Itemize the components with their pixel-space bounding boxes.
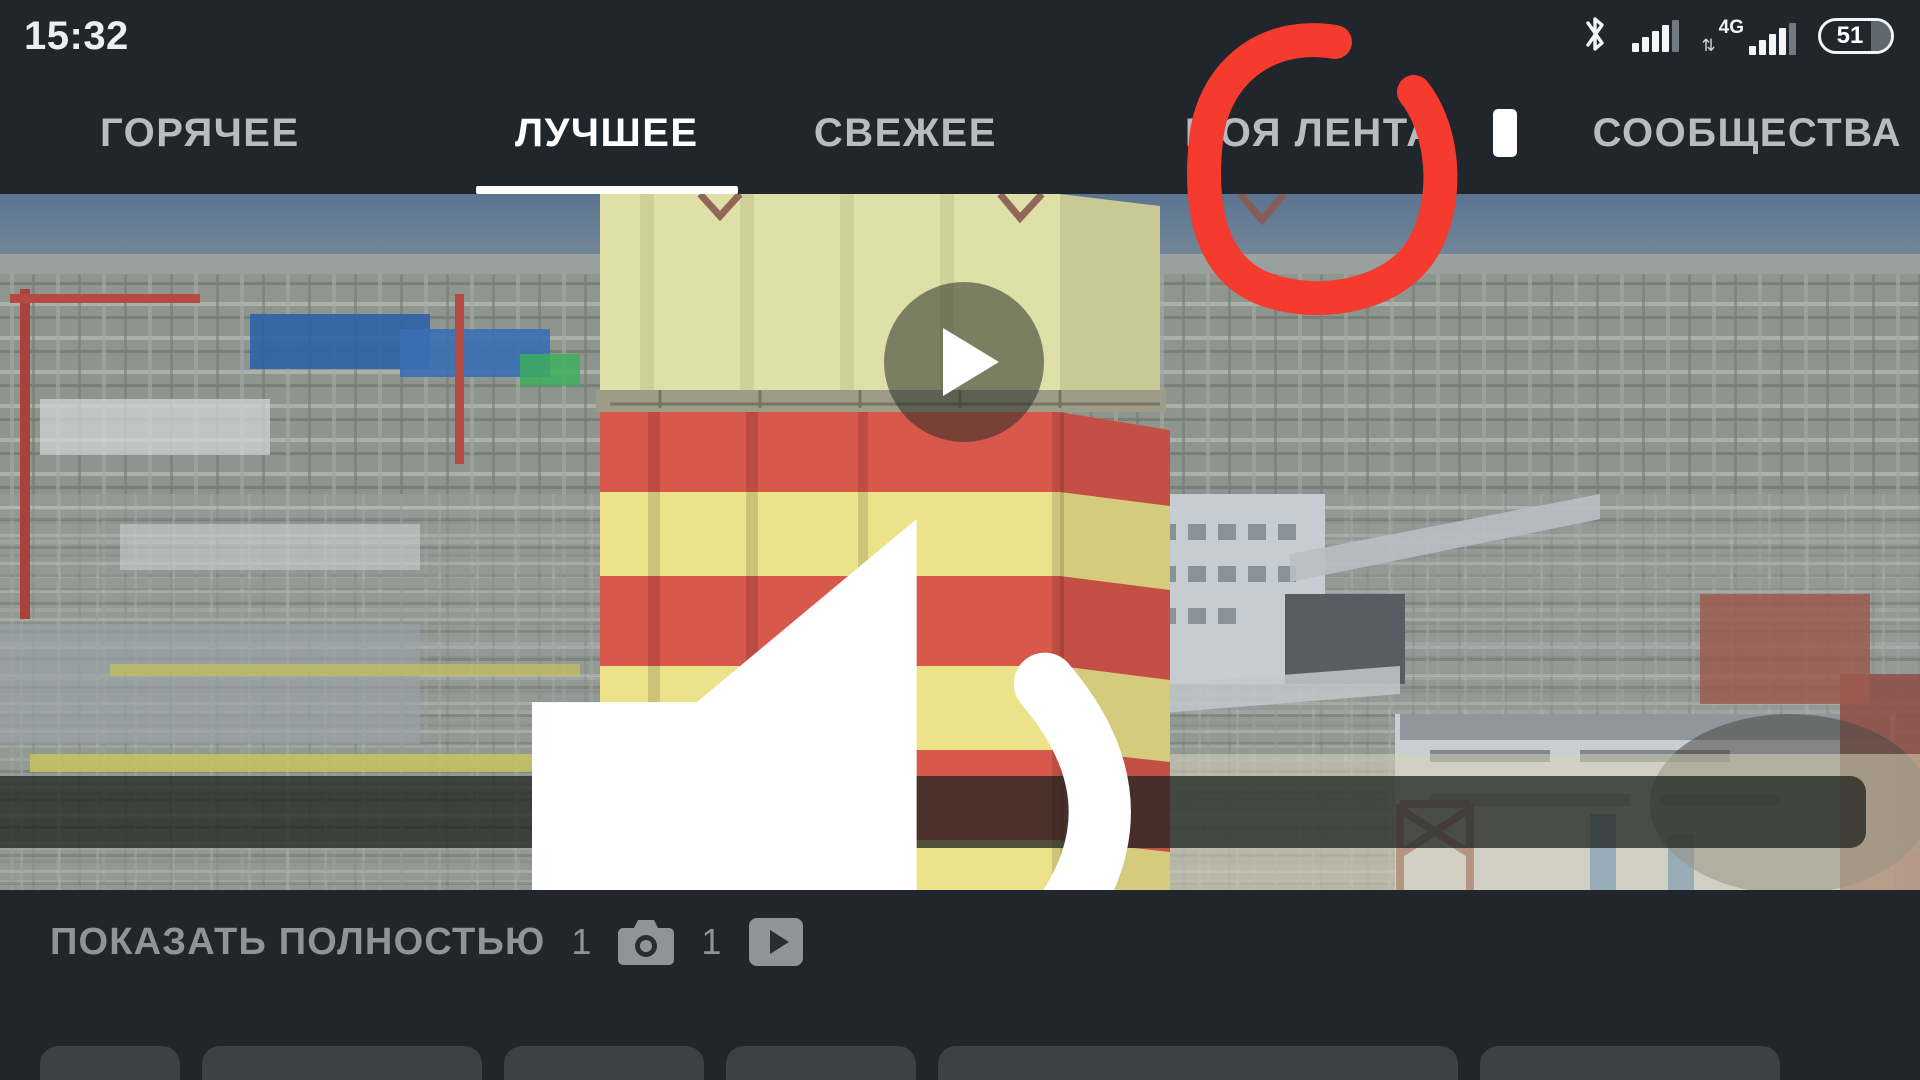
tab-soobshchestva[interactable]: СООБЩЕСТВА xyxy=(1575,72,1920,194)
expand-post-row[interactable]: ПОКАЗАТЬ ПОЛНОСТЬЮ 1 1 xyxy=(50,916,805,968)
tag-chip[interactable] xyxy=(938,1046,1458,1080)
play-icon xyxy=(943,328,999,396)
battery-percent-label: 51 xyxy=(1836,22,1864,49)
mobile-data-icon: ⇅ 4G xyxy=(1701,18,1796,55)
tab-luchshee-label: ЛУЧШЕЕ xyxy=(514,110,699,155)
play-button[interactable] xyxy=(884,282,1044,442)
camera-icon xyxy=(617,916,675,968)
tag-chip[interactable] xyxy=(202,1046,482,1080)
tag-chip-row xyxy=(0,1046,1920,1080)
status-clock: 15:32 xyxy=(24,13,129,58)
cellular-signal-icon xyxy=(1632,20,1680,52)
tag-chip[interactable] xyxy=(726,1046,916,1080)
active-tab-indicator xyxy=(475,186,738,194)
feed-tab-bar: ГОРЯЧЕЕ ЛУЧШЕЕ СВЕЖЕЕ МОЯ ЛЕНТА СООБЩЕСТ… xyxy=(0,72,1920,194)
video-attachment-count: 1 xyxy=(701,921,722,962)
data-transfer-arrows-icon: ⇅ xyxy=(1701,35,1715,55)
tab-goryachee[interactable]: ГОРЯЧЕЕ xyxy=(82,72,318,194)
tag-chip[interactable] xyxy=(40,1046,180,1080)
tab-luchshee[interactable]: ЛУЧШЕЕ xyxy=(464,72,750,194)
tab-soobshchestva-label: СООБЩЕСТВА xyxy=(1592,110,1902,155)
expand-post-label: ПОКАЗАТЬ ПОЛНОСТЬЮ xyxy=(50,920,546,963)
cellular-signal-icon-2 xyxy=(1749,22,1796,55)
volume-on-icon[interactable] xyxy=(0,464,1840,890)
video-source-badge[interactable]: YouTube • 01:20 xyxy=(0,518,1866,890)
photo-attachment-count: 1 xyxy=(571,921,592,962)
tag-chip[interactable] xyxy=(1480,1046,1780,1080)
lenta-unread-badge[interactable] xyxy=(1492,109,1517,157)
post-video-preview[interactable]: YouTube • 01:20 xyxy=(0,194,1920,890)
network-type-label: 4G xyxy=(1718,16,1744,38)
battery-icon: 51 xyxy=(1818,18,1894,54)
tab-moya-lenta[interactable]: МОЯ ЛЕНТА xyxy=(1167,72,1455,194)
tab-goryachee-label: ГОРЯЧЕЕ xyxy=(100,110,300,155)
video-icon xyxy=(747,916,805,968)
status-bar: 15:32 ⇅ 4G 51 xyxy=(0,0,1920,72)
tab-svezhee[interactable]: СВЕЖЕЕ xyxy=(796,72,1015,194)
bluetooth-icon xyxy=(1580,15,1610,58)
tab-svezhee-label: СВЕЖЕЕ xyxy=(813,110,997,155)
tab-moya-lenta-label: МОЯ ЛЕНТА xyxy=(1184,110,1437,155)
post-footer: ПОКАЗАТЬ ПОЛНОСТЬЮ 1 1 xyxy=(0,890,1920,1080)
phone-screen: 15:32 ⇅ 4G 51 ГОРЯЧЕЕ ЛУЧШЕЕ СВЕЖЕЕ МОЯ … xyxy=(0,0,1920,1080)
status-icon-tray: ⇅ 4G 51 xyxy=(1580,15,1894,58)
tag-chip[interactable] xyxy=(504,1046,704,1080)
